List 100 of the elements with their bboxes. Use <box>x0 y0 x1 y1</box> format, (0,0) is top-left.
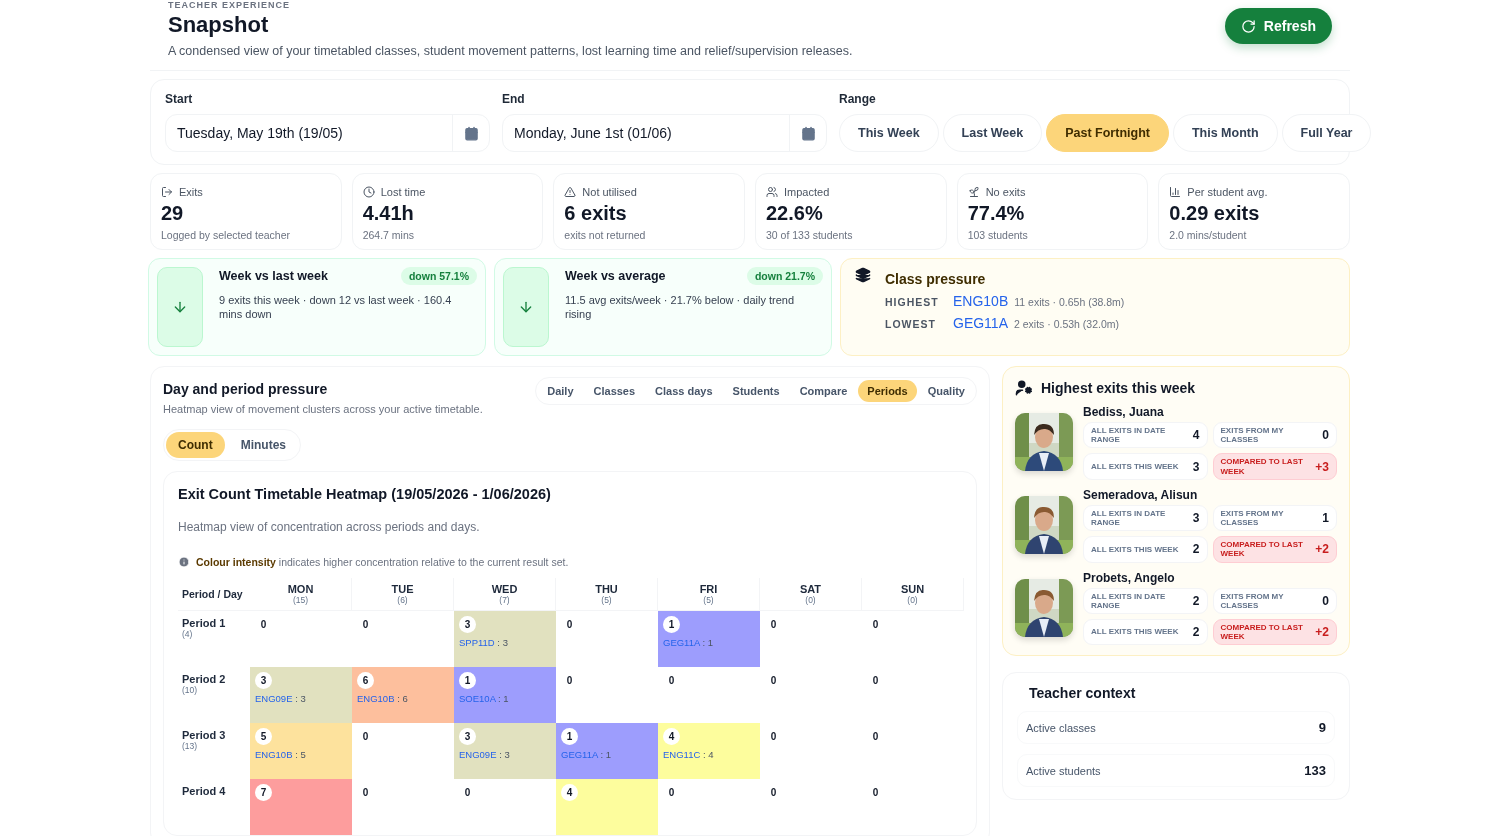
day-header: SAT <box>799 583 822 595</box>
range-button[interactable]: This Month <box>1172 114 1278 152</box>
range-button[interactable]: Last Week <box>942 114 1043 152</box>
pressure-label: LOWEST <box>885 318 937 330</box>
pressure-detail: 2 exits · 0.53h (32.0m) <box>1014 318 1120 330</box>
period-count: (13) <box>182 741 199 751</box>
student-stat: ALL EXITS IN DATE RANGE 4 <box>1083 422 1208 449</box>
period-count: (10) <box>182 685 199 695</box>
student-stat: ALL EXITS THIS WEEK 3 <box>1083 453 1208 480</box>
calendar-icon[interactable] <box>463 125 479 141</box>
mode-toggle[interactable]: Count <box>166 432 225 458</box>
date-field[interactable]: Tuesday, May 19th (19/05) <box>165 114 490 152</box>
cell-count: 3 <box>459 728 476 745</box>
range-button[interactable]: Past Fortnight <box>1046 114 1169 152</box>
stat-note: 264.7 mins <box>362 229 416 241</box>
student-stat: ALL EXITS THIS WEEK 2 <box>1083 536 1208 563</box>
view-tab[interactable]: Compare <box>790 380 857 402</box>
trend-badge: down 57.1% <box>400 267 477 285</box>
student-stat: COMPARED TO LAST WEEK +2 <box>1212 618 1337 646</box>
cell-count: 0 <box>769 618 778 632</box>
cell-count: 1 <box>561 728 578 745</box>
cell-class: SPP11D : 3 <box>459 637 508 648</box>
down-arrow-icon <box>172 299 188 315</box>
cell-count: 0 <box>565 618 574 632</box>
view-tab[interactable]: Classes <box>584 380 645 402</box>
card-title: Teacher context <box>1028 685 1137 702</box>
day-count: (5) <box>601 595 612 605</box>
day-header: TUE <box>391 583 414 595</box>
view-tab[interactable]: Class days <box>646 380 722 402</box>
cell-count: 0 <box>769 786 778 800</box>
warning-icon <box>564 186 577 198</box>
student-name: Bediss, Juana <box>1083 405 1165 419</box>
cell-count: 1 <box>459 672 476 689</box>
stat-label: No exits <box>985 186 1026 198</box>
calendar-icon[interactable] <box>800 125 816 141</box>
stat-value: 29 <box>161 202 185 225</box>
view-tab[interactable]: Students <box>723 380 789 402</box>
student-name: Probets, Angelo <box>1083 570 1176 585</box>
cell-count: 0 <box>769 674 778 688</box>
column-header: Period / Day <box>178 578 250 611</box>
day-count: (5) <box>703 595 714 605</box>
stat-value: 22.6% <box>766 202 824 225</box>
cell-count: 0 <box>361 618 370 632</box>
context-label: Active classes <box>1026 721 1096 734</box>
range-button[interactable]: Full Year <box>1281 114 1372 152</box>
exit-icon <box>161 186 173 198</box>
period-label: Period 3 <box>182 729 227 741</box>
down-arrow-icon <box>518 299 534 315</box>
cell-class: GEG11A : 1 <box>561 749 611 760</box>
refresh-icon <box>1240 18 1256 34</box>
stat-value: 0.29 exits <box>1169 202 1261 225</box>
trend-text: 9 exits this week · down 12 vs last week · 160.4 mins down <box>219 293 453 322</box>
pressure-label: HIGHEST <box>885 296 939 308</box>
cell-class: ENG10B : 5 <box>255 749 306 760</box>
section-subtitle: Heatmap view of movement clusters across your active timetable. <box>163 403 483 415</box>
cell-count: 0 <box>871 674 880 688</box>
sprout-icon <box>967 186 980 198</box>
pressure-detail: 11 exits · 0.65h (38.8m) <box>1014 296 1125 308</box>
student-name: Semeradova, Alisun <box>1083 487 1199 502</box>
view-tab[interactable]: Quality <box>918 380 974 402</box>
class-link[interactable]: ENG10B <box>953 293 1009 309</box>
section-title: Day and period pressure <box>163 381 329 397</box>
cell-count: 7 <box>255 784 272 801</box>
field-label: End <box>502 92 526 106</box>
stat-label: Exits <box>179 186 203 198</box>
period-label: Period 2 <box>182 673 227 685</box>
cell-class: SOE10A : 1 <box>459 693 509 704</box>
stat-label: Impacted <box>784 186 830 198</box>
stat-value: 4.41h <box>362 202 415 225</box>
day-count: (6) <box>397 595 408 605</box>
cell-class: ENG09E : 3 <box>255 693 306 704</box>
cell-count: 0 <box>565 674 574 688</box>
refresh-button[interactable]: Refresh <box>1224 8 1332 44</box>
date-field[interactable]: Monday, June 1st (01/06) <box>502 114 827 152</box>
trend-text: 11.5 avg exits/week · 21.7% below · daily trend rising <box>565 293 796 322</box>
day-count: (15) <box>292 595 309 605</box>
mode-toggle[interactable]: Minutes <box>228 432 298 458</box>
cell-count: 0 <box>769 730 778 744</box>
card-title: Class pressure <box>885 271 987 287</box>
stat-value: 6 exits <box>564 202 628 225</box>
stat-label: Lost time <box>380 186 426 198</box>
info-icon <box>178 556 190 568</box>
cell-count: 0 <box>871 618 880 632</box>
stat-note: 30 of 133 students <box>766 229 854 241</box>
view-tab[interactable]: Periods <box>858 380 917 402</box>
student-stat: ALL EXITS IN DATE RANGE 2 <box>1083 587 1208 614</box>
stat-note: 2.0 mins/student <box>1169 229 1248 241</box>
field-label: Start <box>165 92 194 106</box>
context-value: 9 <box>1318 720 1326 736</box>
period-label: Period 1 <box>182 617 227 629</box>
cell-count: 5 <box>255 728 272 745</box>
class-link[interactable]: GEG11A <box>953 315 1008 331</box>
range-button[interactable]: This Week <box>839 114 939 152</box>
day-header: SUN <box>900 583 925 595</box>
page-title: Snapshot <box>168 12 270 38</box>
cell-count: 0 <box>871 786 880 800</box>
user-icon <box>1015 379 1033 397</box>
view-tab[interactable]: Daily <box>538 380 583 402</box>
stat-value: 77.4% <box>967 202 1026 225</box>
stat-note: Logged by selected teacher <box>161 229 291 241</box>
